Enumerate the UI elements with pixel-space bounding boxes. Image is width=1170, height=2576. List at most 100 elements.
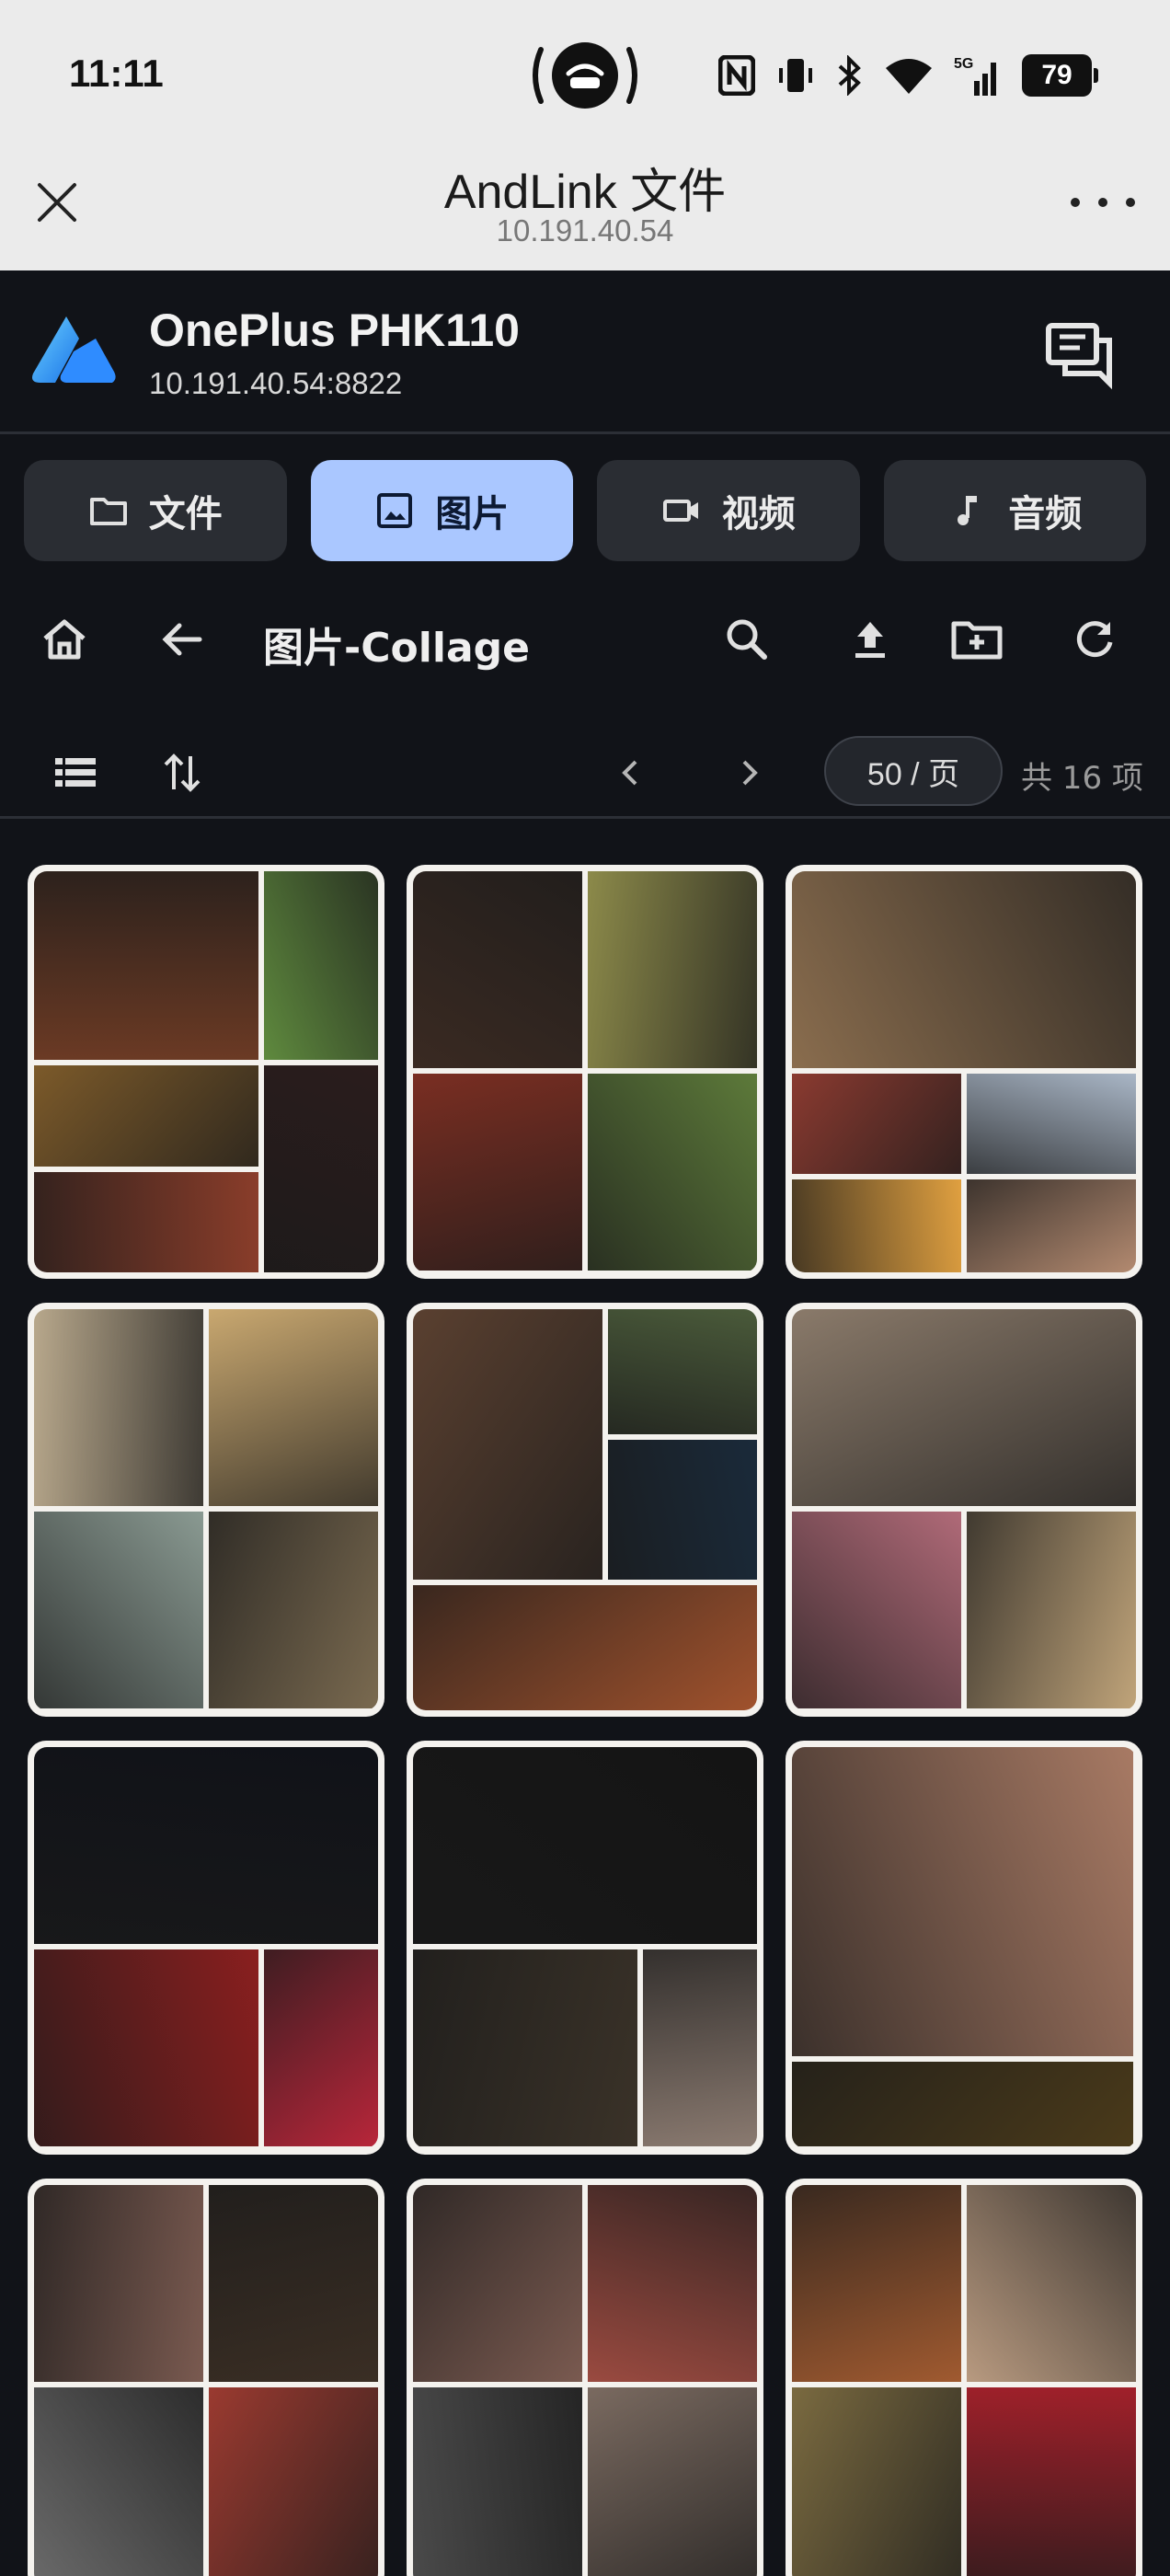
chevron-right-icon — [742, 760, 758, 786]
app-header: OnePlus PHK110 10.191.40.54:8822 — [0, 270, 1170, 434]
arrow-left-icon — [162, 623, 202, 656]
page-size-select[interactable]: 50 / 页 — [824, 736, 1003, 806]
photo-tile — [34, 2185, 203, 2382]
collage-image — [34, 1309, 378, 1710]
collage-image — [792, 1747, 1136, 2148]
upload-button[interactable] — [841, 610, 900, 669]
nfc-icon — [718, 55, 755, 96]
image-icon — [377, 493, 413, 528]
collage-image — [413, 1747, 757, 2148]
photo-tile — [967, 1074, 1136, 1175]
tab-label: 音频 — [1008, 493, 1083, 535]
image-thumbnail[interactable] — [28, 2179, 384, 2576]
photo-tile — [608, 1309, 757, 1434]
image-thumbnail[interactable] — [28, 865, 384, 1279]
photo-tile — [34, 1747, 378, 1944]
new-folder-button[interactable] — [947, 610, 1006, 669]
image-thumbnail[interactable] — [407, 865, 763, 1279]
hotspot-indicator-icon — [528, 39, 642, 112]
photo-tile — [209, 1512, 378, 1708]
status-icons: 5G 79 — [718, 48, 1098, 103]
photo-tile — [263, 1949, 378, 2146]
photo-tile — [642, 1949, 757, 2146]
photo-tile — [209, 1309, 378, 1506]
status-bar: 11:11 5G 79 — [0, 0, 1170, 147]
photo-tile — [34, 1309, 203, 1506]
svg-text:5G: 5G — [954, 56, 973, 72]
photo-tile — [413, 1747, 757, 1944]
photo-tile — [263, 871, 378, 1061]
photo-tile — [413, 1949, 637, 2146]
folder-toolbar: 图片-Collage — [0, 589, 1170, 690]
tab-label: 图片 — [435, 493, 510, 535]
photo-tile — [34, 1949, 258, 2146]
photo-tile — [34, 1512, 203, 1708]
tab-files[interactable]: 文件 — [24, 460, 287, 561]
photo-tile — [413, 871, 582, 1068]
pagination-bar: 50 / 页 共 16 项 — [0, 727, 1170, 819]
sort-button[interactable] — [153, 743, 212, 802]
search-button[interactable] — [717, 610, 776, 669]
photo-tile — [792, 871, 1136, 1068]
sort-icon — [164, 753, 201, 792]
page-url: 10.191.40.54 — [496, 213, 674, 247]
music-note-icon — [958, 496, 978, 525]
image-thumbnail[interactable] — [407, 2179, 763, 2576]
prev-page-button[interactable] — [602, 743, 660, 802]
collage-image — [413, 871, 757, 1272]
collage-image — [34, 2185, 378, 2576]
image-thumbnail[interactable] — [407, 1303, 763, 1717]
chat-icon[interactable] — [1043, 318, 1117, 392]
photo-tile — [588, 871, 757, 1068]
andlink-logo-icon — [32, 316, 116, 383]
home-button[interactable] — [35, 610, 94, 669]
image-thumbnail[interactable] — [786, 865, 1142, 1279]
photo-tile — [413, 1585, 757, 1710]
image-thumbnail[interactable] — [28, 1741, 384, 2155]
image-grid — [28, 865, 1142, 2576]
tab-images[interactable]: 图片 — [310, 460, 573, 561]
next-page-button[interactable] — [719, 743, 778, 802]
tab-label: 视频 — [721, 493, 796, 535]
video-icon — [662, 500, 698, 522]
image-thumbnail[interactable] — [407, 1741, 763, 2155]
folder-icon — [89, 498, 127, 525]
image-thumbnail[interactable] — [786, 2179, 1142, 2576]
collage-image — [792, 2185, 1136, 2576]
photo-tile — [792, 1179, 961, 1272]
photo-tile — [792, 1074, 961, 1175]
device-address: 10.191.40.54:8822 — [149, 366, 403, 400]
image-thumbnail[interactable] — [28, 1303, 384, 1717]
photo-tile — [209, 2185, 378, 2382]
image-thumbnail[interactable] — [786, 1741, 1142, 2155]
photo-tile — [792, 1309, 1136, 1506]
photo-tile — [792, 2185, 961, 2382]
back-button[interactable] — [153, 610, 212, 669]
collage-image — [34, 1747, 378, 2148]
tab-label: 文件 — [148, 493, 223, 535]
refresh-button[interactable] — [1065, 610, 1124, 669]
list-view-button[interactable] — [46, 743, 105, 802]
collage-image — [792, 871, 1136, 1272]
collage-image — [34, 871, 378, 1272]
upload-icon — [855, 622, 885, 658]
home-icon — [43, 619, 86, 660]
signal-icon: 5G — [954, 56, 996, 96]
tab-videos[interactable]: 视频 — [597, 460, 860, 561]
collage-image — [792, 1309, 1136, 1710]
photo-tile — [34, 871, 258, 1061]
photo-tile — [967, 1512, 1136, 1708]
device-name: OnePlus PHK110 — [149, 305, 520, 356]
search-icon — [727, 619, 767, 660]
tab-audio[interactable]: 音频 — [883, 460, 1146, 561]
photo-tile — [413, 2387, 582, 2576]
photo-tile — [967, 2185, 1136, 2382]
image-thumbnail[interactable] — [786, 1303, 1142, 1717]
photo-tile — [34, 1171, 258, 1272]
collage-image — [413, 2185, 757, 2576]
photo-tile — [34, 1065, 258, 1167]
photo-tile — [209, 2387, 378, 2576]
more-options-button[interactable] — [1071, 184, 1135, 221]
photo-tile — [792, 2387, 961, 2576]
page-title: AndLink 文件 — [443, 166, 727, 219]
